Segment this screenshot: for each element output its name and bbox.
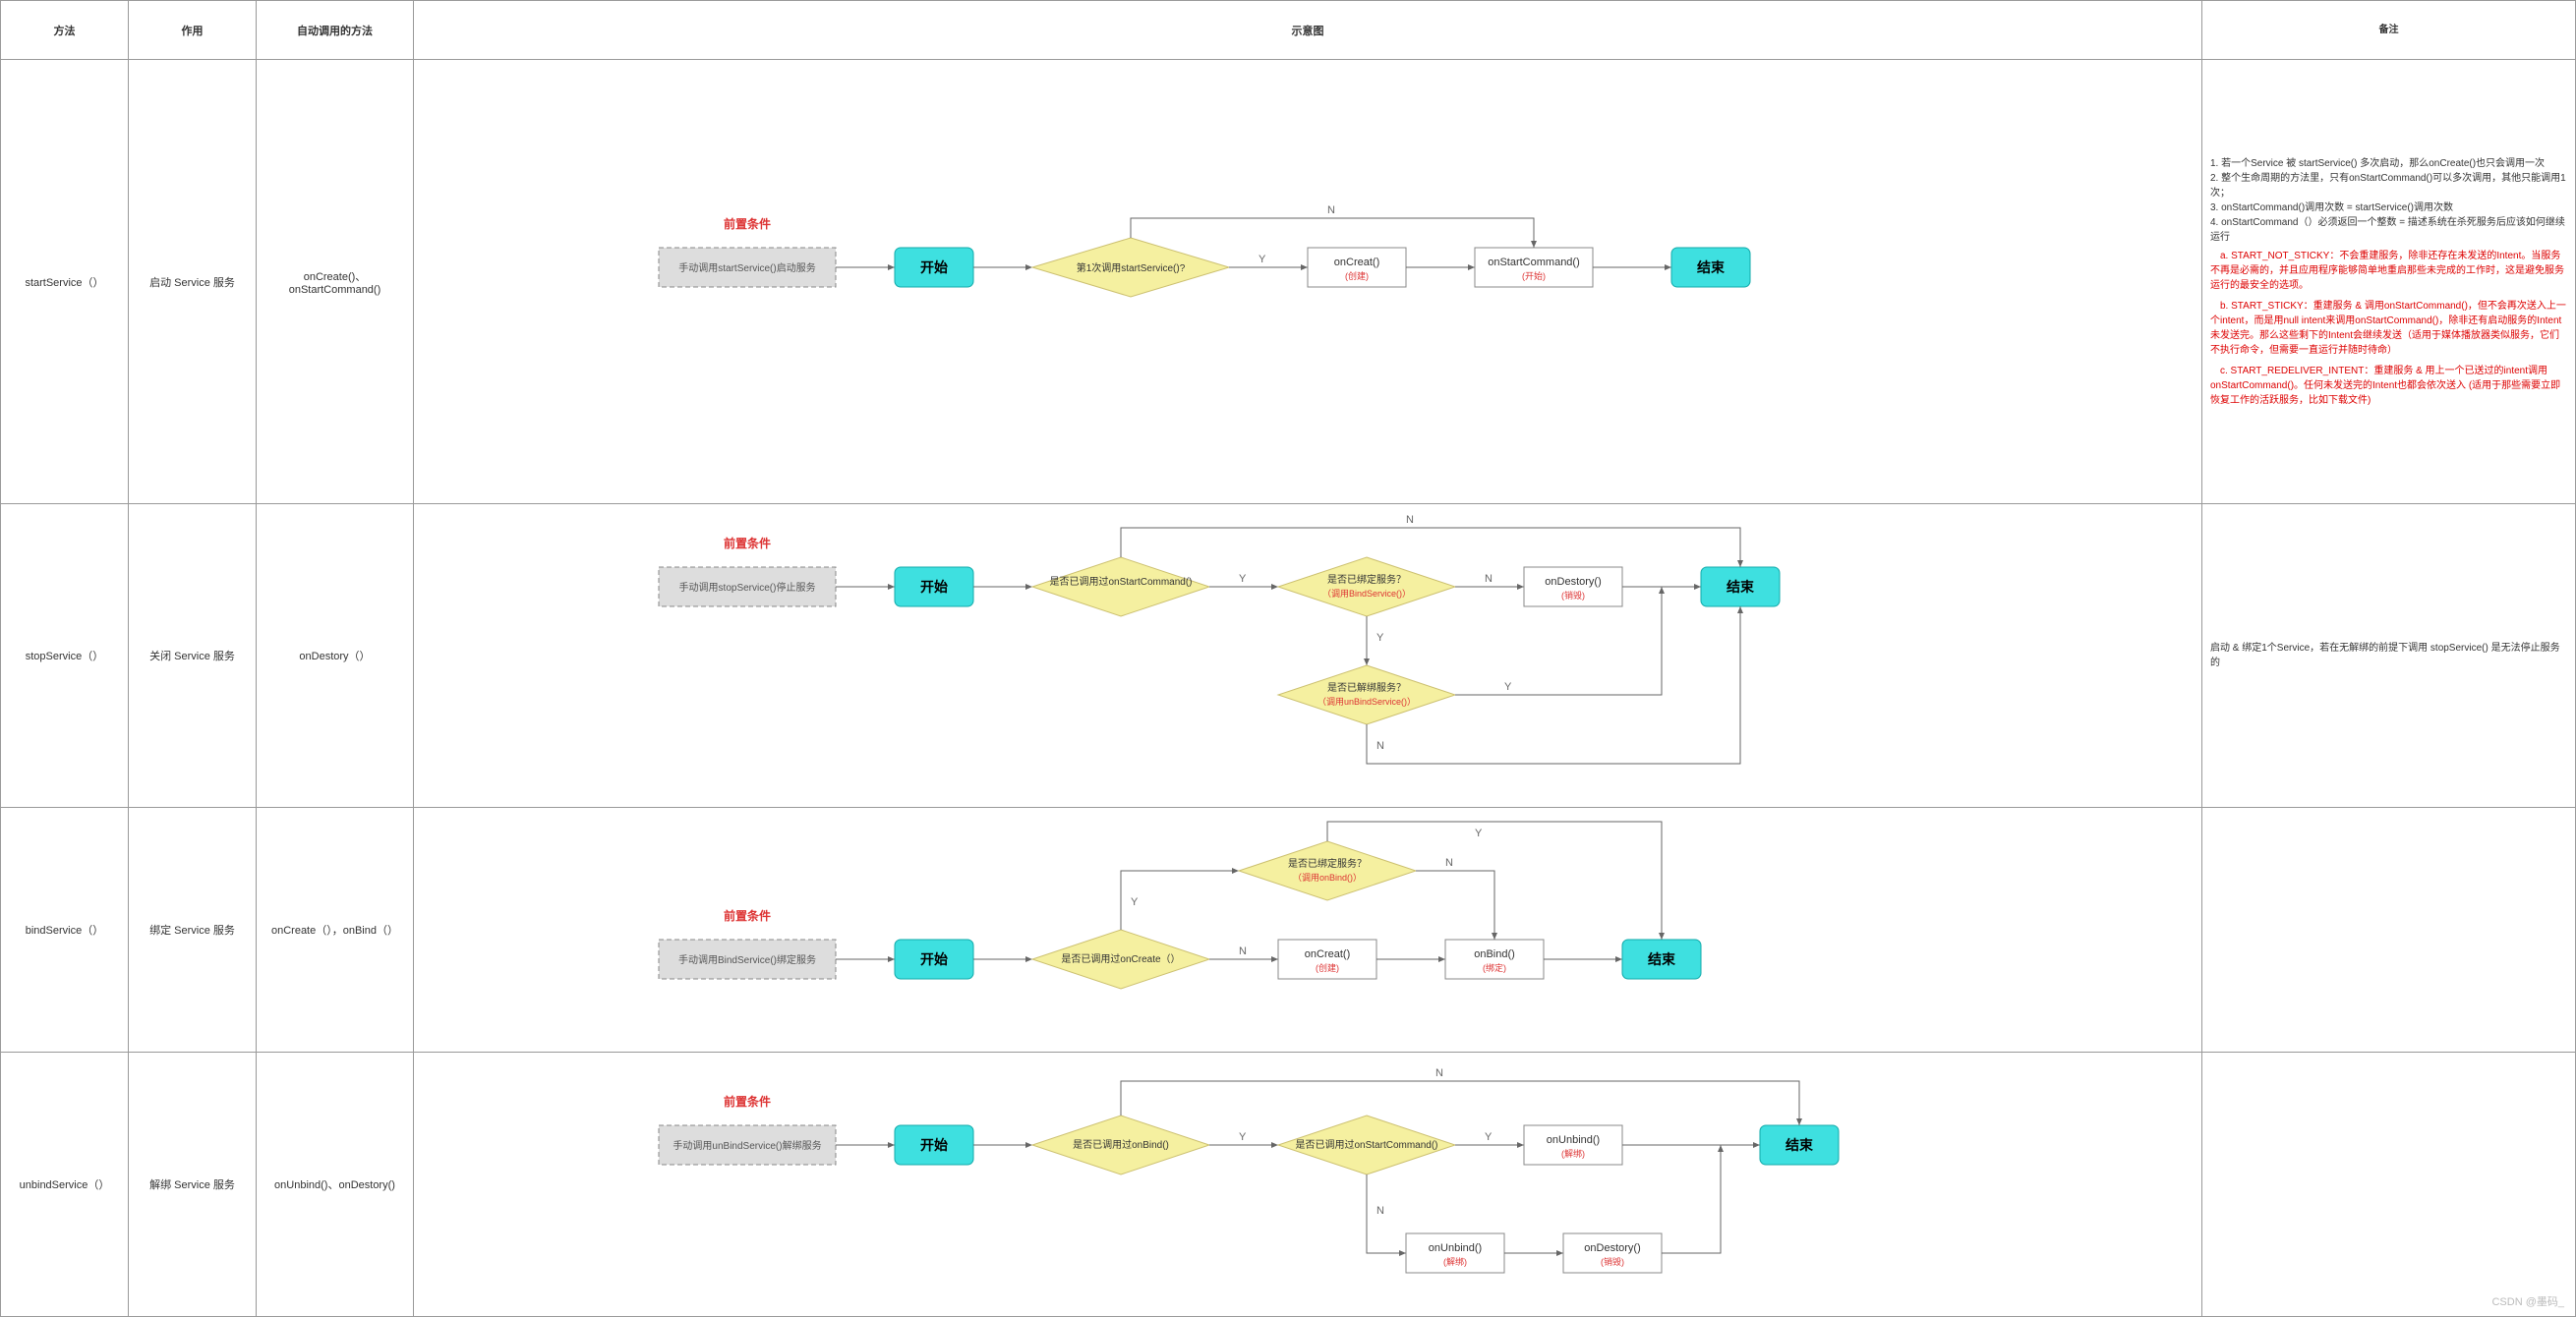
header-method: 方法 [1,1,129,60]
row-bindservice: bindService（） 绑定 Service 服务 onCreate（），o… [1,808,2576,1053]
svg-text:(绑定): (绑定) [1483,962,1506,973]
svg-text:结束: 结束 [1786,1137,1814,1153]
svg-text:Y: Y [1475,828,1483,839]
svg-text:是否已调用过onCreate（）: 是否已调用过onCreate（） [1061,952,1180,965]
svg-text:(解绑): (解绑) [1443,1256,1467,1267]
svg-text:N: N [1327,204,1335,216]
svg-text:(创建): (创建) [1345,270,1369,281]
svg-text:N: N [1376,1205,1384,1217]
row-unbindservice: unbindService（） 解绑 Service 服务 onUnbind()… [1,1053,2576,1317]
decision-unbound [1278,665,1455,724]
manual-call-text: 手动调用startService()启动服务 [678,261,815,274]
svg-text:N: N [1485,573,1493,585]
svg-text:开始: 开始 [920,951,948,967]
header-notes: 备注 [2202,1,2576,60]
svg-text:手动调用BindService()绑定服务: 手动调用BindService()绑定服务 [678,953,816,966]
svg-text:是否已调用过onStartCommand(): 是否已调用过onStartCommand() [1295,1138,1437,1151]
svg-text:Y: Y [1504,681,1512,693]
svg-text:是否已解绑服务？: 是否已解绑服务？ [1327,681,1406,694]
header-auto: 自动调用的方法 [257,1,414,60]
svg-text:是否已绑定服务？: 是否已绑定服务？ [1327,573,1406,586]
svg-text:N: N [1445,857,1453,869]
svg-text:Y: Y [1259,254,1266,265]
svg-text:前置条件: 前置条件 [724,536,771,550]
notes-startservice: 1. 若一个Service 被 startService() 多次启动，那么on… [2206,152,2571,412]
row-stopservice: stopService（） 关闭 Service 服务 onDestory（） … [1,504,2576,808]
svg-text:是否已调用过onBind(): 是否已调用过onBind() [1073,1138,1169,1151]
svg-text:开始: 开始 [920,579,948,595]
decision-bound [1278,557,1455,616]
flowchart-startservice: 前置条件 手动调用startService()启动服务 开始 第1次调用star… [619,199,1996,366]
svg-text:N: N [1376,740,1384,752]
svg-text:onUnbind(): onUnbind() [1429,1242,1482,1254]
svg-text:结束: 结束 [1648,951,1676,967]
method-name: startService（） [1,60,129,504]
svg-text:（调用BindService()）: （调用BindService()） [1322,589,1411,599]
svg-text:开始: 开始 [920,259,948,275]
svg-text:onCreat(): onCreat() [1334,257,1379,268]
svg-text:前置条件: 前置条件 [724,908,771,923]
svg-text:Y: Y [1376,632,1384,644]
svg-text:手动调用unBindService()解绑服务: 手动调用unBindService()解绑服务 [673,1139,821,1152]
svg-text:结束: 结束 [1697,259,1726,275]
header-role: 作用 [129,1,257,60]
svg-text:onCreat(): onCreat() [1305,948,1350,960]
svg-text:结束: 结束 [1727,579,1755,595]
svg-text:Y: Y [1239,1131,1247,1143]
svg-text:Y: Y [1239,573,1247,585]
svg-text:手动调用stopService()停止服务: 手动调用stopService()停止服务 [679,581,816,594]
flowchart-stopservice: 前置条件 手动调用stopService()停止服务 开始 是否已调用过onSt… [619,508,1996,803]
svg-text:onDestory(): onDestory() [1584,1242,1640,1254]
svg-text:N: N [1239,945,1247,957]
notes-stopservice: 启动 & 绑定1个Service，若在无解绑的前提下调用 stopService… [2206,637,2571,674]
svg-text:N: N [1406,514,1414,526]
svg-text:（调用onBind()）: （调用onBind()） [1293,873,1362,883]
svg-text:是否已绑定服务？: 是否已绑定服务？ [1288,857,1367,870]
header-diagram: 示意图 [414,1,2202,60]
svg-text:(开始): (开始) [1522,270,1546,281]
flowchart-unbindservice: 前置条件 手动调用unBindService()解绑服务 开始 是否已调用过on… [619,1057,1996,1312]
method-auto: onCreate()、onStartCommand() [257,60,414,504]
row-startservice: startService（） 启动 Service 服务 onCreate()、… [1,60,2576,504]
svg-text:(解绑): (解绑) [1561,1148,1585,1159]
svg-text:是否已调用过onStartCommand(): 是否已调用过onStartCommand() [1049,575,1192,588]
service-lifecycle-table: 方法 作用 自动调用的方法 示意图 备注 startService（） 启动 S… [0,0,2576,1317]
precondition-label: 前置条件 [724,216,771,231]
method-role: 启动 Service 服务 [129,60,257,504]
svg-text:onUnbind(): onUnbind() [1547,1134,1600,1146]
svg-text:（调用unBindService()）: （调用unBindService()） [1317,697,1416,707]
flowchart-bindservice: 前置条件 手动调用BindService()绑定服务 开始 是否已调用过onCr… [619,812,1996,1048]
svg-text:onStartCommand(): onStartCommand() [1488,257,1580,268]
svg-text:开始: 开始 [920,1137,948,1153]
svg-text:(销毁): (销毁) [1561,590,1585,601]
svg-text:前置条件: 前置条件 [724,1094,771,1109]
decision-bound [1239,841,1416,900]
watermark: CSDN @墨码_ [2491,1293,2564,1309]
svg-text:(创建): (创建) [1316,962,1339,973]
svg-text:onDestory(): onDestory() [1545,576,1601,588]
svg-text:第1次调用startService()?: 第1次调用startService()? [1077,261,1186,274]
svg-text:Y: Y [1485,1131,1493,1143]
svg-text:Y: Y [1131,896,1139,908]
svg-text:(销毁): (销毁) [1601,1256,1624,1267]
svg-text:N: N [1435,1067,1443,1079]
svg-text:onBind(): onBind() [1474,948,1515,960]
